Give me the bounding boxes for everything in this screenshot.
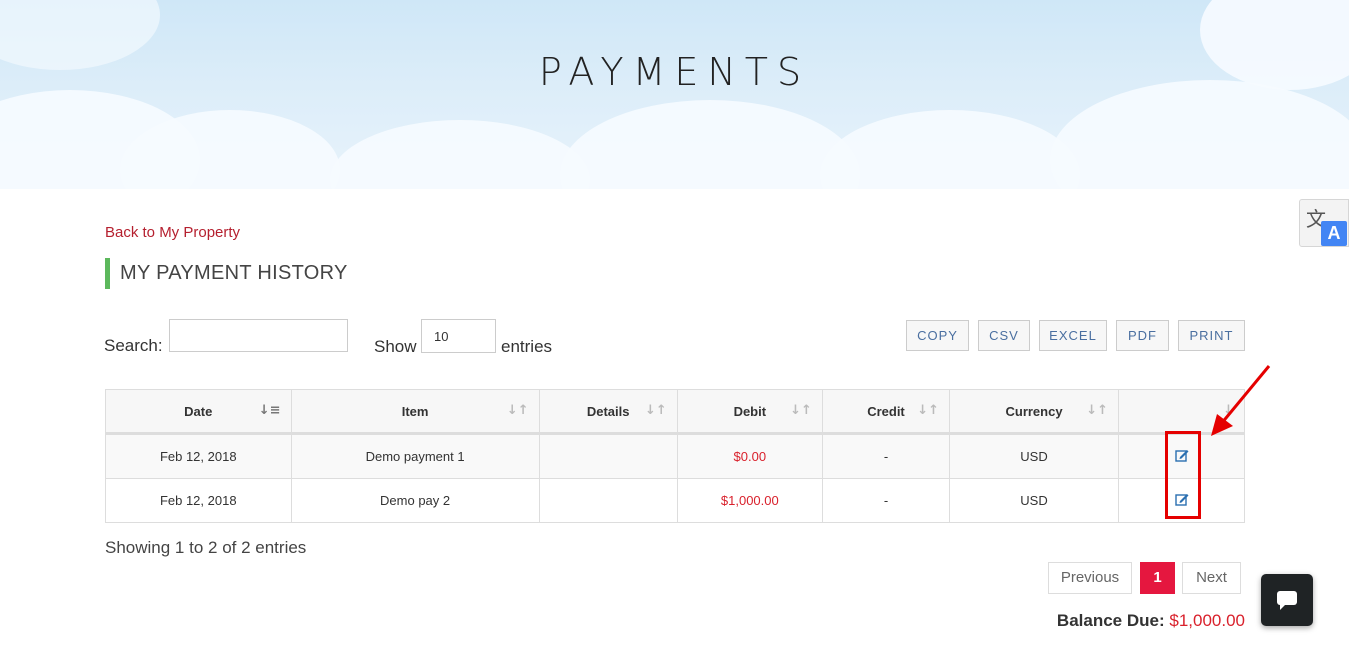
column-header-details[interactable]: Details ↓↑ (538, 389, 678, 435)
copy-button[interactable]: COPY (906, 320, 969, 351)
cell-details (538, 433, 678, 479)
cell-item: Demo pay 2 (290, 478, 540, 523)
chat-button[interactable] (1261, 574, 1313, 626)
entries-length-select[interactable] (421, 319, 496, 353)
sort-icon: ↓↑ (917, 403, 940, 418)
cell-currency: USD (949, 433, 1119, 479)
cell-debit: $1,000.00 (676, 478, 823, 523)
sort-ascending-icon: ↓≡ (258, 403, 281, 418)
page-title: PAYMENTS (538, 50, 811, 94)
cell-item: Demo payment 1 (290, 433, 540, 479)
column-header-currency[interactable]: Currency ↓↑ (949, 389, 1119, 435)
sort-icon: ↓↑ (644, 403, 667, 418)
csv-button[interactable]: CSV (978, 320, 1030, 351)
show-label: Show (374, 337, 417, 356)
excel-button[interactable]: EXCEL (1039, 320, 1107, 351)
cell-credit: - (821, 433, 951, 479)
hero-banner: PAYMENTS (0, 0, 1349, 189)
pdf-button[interactable]: PDF (1116, 320, 1169, 351)
balance-amount: $1,000.00 (1169, 611, 1245, 630)
entries-label: entries (501, 337, 553, 356)
column-header-debit[interactable]: Debit ↓↑ (676, 389, 823, 435)
print-button[interactable]: PRINT (1178, 320, 1245, 351)
cell-date: Feb 12, 2018 (105, 478, 292, 523)
cell-date: Feb 12, 2018 (105, 433, 292, 479)
cell-credit: - (821, 478, 951, 523)
balance-label: Balance Due: (1056, 611, 1165, 630)
column-header-date[interactable]: Date ↓≡ (105, 389, 292, 435)
cell-details (538, 478, 678, 523)
pagination-previous[interactable]: Previous (1048, 562, 1132, 594)
translate-letter: A (1321, 221, 1347, 246)
annotation-highlight-box (1165, 431, 1201, 519)
sort-icon: ↓↑ (1086, 403, 1108, 418)
section-title: MY PAYMENT HISTORY (105, 258, 348, 289)
table-row: Feb 12, 2018 Demo payment 1 $0.00 - USD (105, 433, 1245, 479)
pagination-next[interactable]: Next (1182, 562, 1241, 594)
balance-due: Balance Due: $1,000.00 (1000, 611, 1245, 631)
pagination-page-1[interactable]: 1 (1140, 562, 1175, 594)
translate-widget[interactable]: 文 A (1299, 199, 1349, 247)
search-input[interactable] (169, 319, 348, 352)
cell-currency: USD (949, 478, 1119, 523)
sort-icon: ↓↑ (790, 403, 812, 418)
payments-table: Date ↓≡ Item ↓↑ Details ↓↑ Debit ↓↑ Cred… (105, 389, 1245, 523)
annotation-arrow-icon (1211, 365, 1271, 436)
back-to-property-link[interactable]: Back to My Property (105, 224, 240, 241)
column-header-credit[interactable]: Credit ↓↑ (821, 389, 951, 435)
search-label: Search: (104, 336, 163, 355)
table-row: Feb 12, 2018 Demo pay 2 $1,000.00 - USD (105, 478, 1245, 523)
sort-icon: ↓↑ (506, 403, 529, 418)
cell-debit: $0.00 (676, 433, 823, 479)
chat-icon (1277, 591, 1297, 610)
column-header-item[interactable]: Item ↓↑ (290, 389, 540, 435)
table-info: Showing 1 to 2 of 2 entries (105, 538, 307, 557)
